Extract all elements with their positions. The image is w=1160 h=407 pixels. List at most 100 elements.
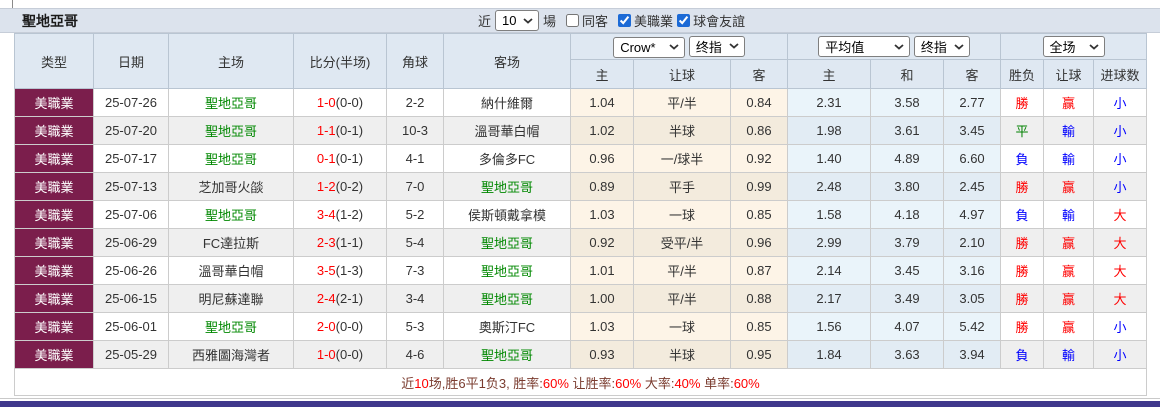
avg-provider-select[interactable]: 平均值 [818,36,910,57]
header-group-row: 类型 日期 主场 比分(半场) 角球 客场 Crow* 终指 平均值 [15,34,1147,60]
cell-avg-away: 3.94 [944,341,1001,369]
cell-score[interactable]: 1-1(0-1) [294,117,387,145]
cell-result: 負 [1001,201,1044,229]
cell-score[interactable]: 2-0(0-0) [294,313,387,341]
cell-odds-home: 0.93 [571,341,634,369]
recent-count-value: 10 [502,13,516,28]
cell-date: 25-06-26 [94,257,169,285]
cell-goals: 小 [1094,173,1147,201]
cell-avg-away: 3.05 [944,285,1001,313]
cell-home-team[interactable]: FC達拉斯 [169,229,294,257]
cell-odds-home: 1.03 [571,201,634,229]
cell-avg-away: 3.16 [944,257,1001,285]
cell-odds-home: 1.03 [571,313,634,341]
cell-odds-handicap: 平/半 [634,257,731,285]
recent-count-select[interactable]: 10 [495,10,539,31]
cell-odds-away: 0.87 [731,257,788,285]
cell-avg-home: 2.17 [788,285,871,313]
cell-away-team[interactable]: 聖地亞哥 [444,229,571,257]
cell-score[interactable]: 2-3(1-1) [294,229,387,257]
cell-type: 美職業 [15,257,94,285]
cell-odds-handicap: 平/半 [634,285,731,313]
cell-score[interactable]: 0-1(0-1) [294,145,387,173]
match-row: 美職業25-07-06聖地亞哥3-4(1-2)5-2侯斯頓戴拿模1.03一球0.… [15,201,1147,229]
cell-handicap-result: 輸 [1044,201,1094,229]
cell-goals: 大 [1094,285,1147,313]
result-group-header: 全场 [1001,34,1147,60]
cell-home-team[interactable]: 芝加哥火燄 [169,173,294,201]
cell-avg-draw: 4.89 [871,145,944,173]
cell-result: 負 [1001,145,1044,173]
sub-header-avg-away: 客 [944,60,1001,89]
cell-away-team[interactable]: 多倫多FC [444,145,571,173]
cell-score[interactable]: 3-4(1-2) [294,201,387,229]
cell-avg-away: 5.42 [944,313,1001,341]
cell-corner: 2-2 [387,89,444,117]
cell-corner: 10-3 [387,117,444,145]
col-header-home: 主场 [169,34,294,89]
cell-goals: 小 [1094,89,1147,117]
cell-home-team[interactable]: 聖地亞哥 [169,89,294,117]
cell-away-team[interactable]: 聖地亞哥 [444,285,571,313]
league-label: 美職業 [634,11,673,30]
cell-home-team[interactable]: 聖地亞哥 [169,201,294,229]
cell-date: 25-07-20 [94,117,169,145]
cell-corner: 4-1 [387,145,444,173]
cell-home-team[interactable]: 西雅圖海灣者 [169,341,294,369]
cell-odds-away: 0.88 [731,285,788,313]
cell-away-team[interactable]: 納什維爾 [444,89,571,117]
cell-handicap-result: 輸 [1044,341,1094,369]
match-row: 美職業25-07-17聖地亞哥0-1(0-1)4-1多倫多FC0.96一/球半0… [15,145,1147,173]
cell-handicap-result: 赢 [1044,229,1094,257]
cell-date: 25-05-29 [94,341,169,369]
friendly-option: 球會友誼 [677,11,745,30]
cell-home-team[interactable]: 聖地亞哥 [169,117,294,145]
cell-date: 25-07-17 [94,145,169,173]
near-label: 近 [478,11,491,30]
cell-away-team[interactable]: 侯斯頓戴拿模 [444,201,571,229]
cell-handicap-result: 赢 [1044,285,1094,313]
scope-select[interactable]: 全场 [1043,36,1105,57]
cell-date: 25-06-29 [94,229,169,257]
cell-odds-handicap: 平手 [634,173,731,201]
cell-score[interactable]: 1-0(0-0) [294,89,387,117]
cell-home-team[interactable]: 聖地亞哥 [169,313,294,341]
scope-value: 全场 [1050,37,1076,56]
cell-avg-home: 1.58 [788,201,871,229]
odds-provider-select[interactable]: Crow* [613,37,685,58]
chevron-down-icon [729,43,739,49]
summary-cell: 近10场,胜6平1负3, 胜率:60% 让胜率:60% 大率:40% 单率:60… [15,369,1147,396]
cell-away-team[interactable]: 聖地亞哥 [444,173,571,201]
cell-odds-handicap: 半球 [634,117,731,145]
cell-home-team[interactable]: 溫哥華白帽 [169,257,294,285]
cell-score[interactable]: 2-4(2-1) [294,285,387,313]
cell-score[interactable]: 3-5(1-3) [294,257,387,285]
match-row: 美職業25-05-29西雅圖海灣者1-0(0-0)4-6聖地亞哥0.93半球0.… [15,341,1147,369]
cell-avg-away: 6.60 [944,145,1001,173]
average-group-header: 平均值 终指 [788,34,1001,60]
same-away-checkbox[interactable] [566,14,579,27]
cell-away-team[interactable]: 奧斯汀FC [444,313,571,341]
avg-stage-select[interactable]: 终指 [914,36,970,57]
cell-goals: 小 [1094,313,1147,341]
cell-home-team[interactable]: 聖地亞哥 [169,145,294,173]
cell-odds-handicap: 一球 [634,313,731,341]
cell-odds-handicap: 受平/半 [634,229,731,257]
cell-result: 勝 [1001,285,1044,313]
match-row: 美職業25-07-20聖地亞哥1-1(0-1)10-3溫哥華白帽1.02半球0.… [15,117,1147,145]
cell-score[interactable]: 1-2(0-2) [294,173,387,201]
league-checkbox[interactable] [618,14,631,27]
col-header-corner: 角球 [387,34,444,89]
odds-group-header: Crow* 终指 [571,34,788,60]
chevron-down-icon [954,44,964,50]
cell-away-team[interactable]: 聖地亞哥 [444,341,571,369]
cell-away-team[interactable]: 聖地亞哥 [444,257,571,285]
cell-away-team[interactable]: 溫哥華白帽 [444,117,571,145]
cell-result: 勝 [1001,257,1044,285]
cell-home-team[interactable]: 明尼蘇達聯 [169,285,294,313]
cell-score[interactable]: 1-0(0-0) [294,341,387,369]
odds-stage-select[interactable]: 终指 [689,36,745,57]
cell-result: 勝 [1001,229,1044,257]
friendly-checkbox[interactable] [677,14,690,27]
sub-header-avg-draw: 和 [871,60,944,89]
